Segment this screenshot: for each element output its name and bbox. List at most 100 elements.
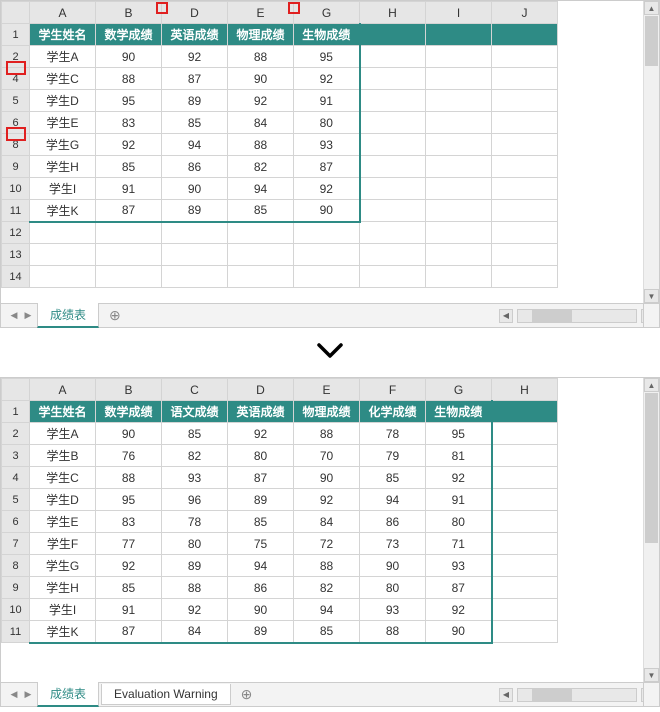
row-header[interactable]: 4 [2,467,30,489]
empty-cell[interactable] [228,222,294,244]
column-header[interactable]: C [162,379,228,401]
data-cell[interactable]: 88 [228,46,294,68]
data-cell[interactable]: 91 [96,178,162,200]
data-cell[interactable]: 学生K [30,200,96,222]
data-cell[interactable]: 73 [360,533,426,555]
data-cell[interactable]: 94 [360,489,426,511]
tab-nav-arrows[interactable]: ◀ ▶ [1,690,35,700]
empty-cell[interactable] [30,222,96,244]
empty-cell[interactable] [228,244,294,266]
data-cell[interactable]: 88 [96,68,162,90]
header-cell[interactable]: 化学成绩 [360,401,426,423]
data-cell[interactable]: 92 [162,46,228,68]
data-cell[interactable] [492,577,558,599]
row-header[interactable]: 6 [2,112,30,134]
data-cell[interactable]: 94 [228,555,294,577]
data-cell[interactable]: 90 [228,68,294,90]
data-cell[interactable] [492,511,558,533]
data-cell[interactable]: 学生G [30,134,96,156]
data-cell[interactable]: 学生K [30,621,96,643]
data-cell[interactable] [492,621,558,643]
data-cell[interactable]: 学生D [30,90,96,112]
row-header[interactable]: 8 [2,134,30,156]
data-cell[interactable] [360,112,426,134]
data-cell[interactable] [492,46,558,68]
data-cell[interactable]: 90 [96,423,162,445]
scroll-thumb[interactable] [645,393,658,543]
header-cell[interactable] [492,401,558,423]
data-cell[interactable]: 75 [228,533,294,555]
data-cell[interactable] [426,156,492,178]
header-cell[interactable]: 物理成绩 [228,24,294,46]
empty-cell[interactable] [162,222,228,244]
row-header[interactable]: 11 [2,621,30,643]
data-cell[interactable]: 80 [360,577,426,599]
data-cell[interactable] [426,178,492,200]
data-cell[interactable]: 88 [162,577,228,599]
empty-cell[interactable] [30,244,96,266]
header-cell[interactable]: 学生姓名 [30,24,96,46]
hscroll-left-arrow[interactable]: ◀ [499,688,513,702]
data-cell[interactable]: 87 [96,200,162,222]
tab-prev-icon[interactable]: ◀ [9,311,19,321]
data-cell[interactable]: 学生A [30,423,96,445]
empty-cell[interactable] [492,222,558,244]
data-cell[interactable]: 89 [162,90,228,112]
column-header[interactable]: E [294,379,360,401]
data-cell[interactable] [426,90,492,112]
empty-cell[interactable] [294,244,360,266]
data-cell[interactable]: 87 [294,156,360,178]
scroll-down-arrow[interactable]: ▼ [644,289,659,303]
data-cell[interactable]: 学生I [30,178,96,200]
data-cell[interactable]: 学生A [30,46,96,68]
column-header[interactable]: H [492,379,558,401]
data-cell[interactable]: 96 [162,489,228,511]
data-cell[interactable]: 93 [360,599,426,621]
data-cell[interactable]: 90 [360,555,426,577]
sheet-tab-active[interactable]: 成绩表 [37,682,99,707]
data-cell[interactable]: 72 [294,533,360,555]
header-cell[interactable] [492,24,558,46]
column-header[interactable]: G [426,379,492,401]
data-cell[interactable]: 86 [360,511,426,533]
data-cell[interactable]: 86 [162,156,228,178]
empty-cell[interactable] [228,266,294,288]
data-cell[interactable]: 学生G [30,555,96,577]
tab-prev-icon[interactable]: ◀ [9,690,19,700]
data-cell[interactable] [360,90,426,112]
data-cell[interactable] [492,445,558,467]
data-cell[interactable]: 77 [96,533,162,555]
header-cell[interactable]: 数学成绩 [96,24,162,46]
data-cell[interactable]: 92 [228,90,294,112]
empty-cell[interactable] [294,266,360,288]
column-header[interactable]: J [492,2,558,24]
empty-cell[interactable] [492,244,558,266]
data-cell[interactable]: 94 [162,134,228,156]
data-cell[interactable] [426,134,492,156]
data-cell[interactable]: 83 [96,511,162,533]
data-cell[interactable]: 88 [228,134,294,156]
column-header[interactable]: B [96,2,162,24]
data-cell[interactable]: 90 [162,178,228,200]
empty-cell[interactable] [162,266,228,288]
add-sheet-button[interactable]: ⊕ [233,686,261,703]
header-cell[interactable]: 物理成绩 [294,401,360,423]
spreadsheet-grid-top[interactable]: ABDEGHIJ1学生姓名数学成绩英语成绩物理成绩生物成绩2学生A9092889… [1,1,558,288]
header-cell[interactable] [426,24,492,46]
data-cell[interactable]: 91 [426,489,492,511]
data-cell[interactable]: 85 [162,112,228,134]
scroll-thumb[interactable] [645,16,658,66]
data-cell[interactable]: 90 [228,599,294,621]
column-header[interactable]: A [30,2,96,24]
tab-next-icon[interactable]: ▶ [23,690,33,700]
header-cell[interactable]: 学生姓名 [30,401,96,423]
data-cell[interactable]: 95 [426,423,492,445]
data-cell[interactable]: 87 [426,577,492,599]
vertical-scrollbar[interactable]: ▲ ▼ [643,1,659,303]
data-cell[interactable]: 93 [162,467,228,489]
data-cell[interactable]: 95 [294,46,360,68]
data-cell[interactable]: 85 [162,423,228,445]
row-header[interactable]: 10 [2,599,30,621]
data-cell[interactable]: 82 [162,445,228,467]
data-cell[interactable]: 81 [426,445,492,467]
